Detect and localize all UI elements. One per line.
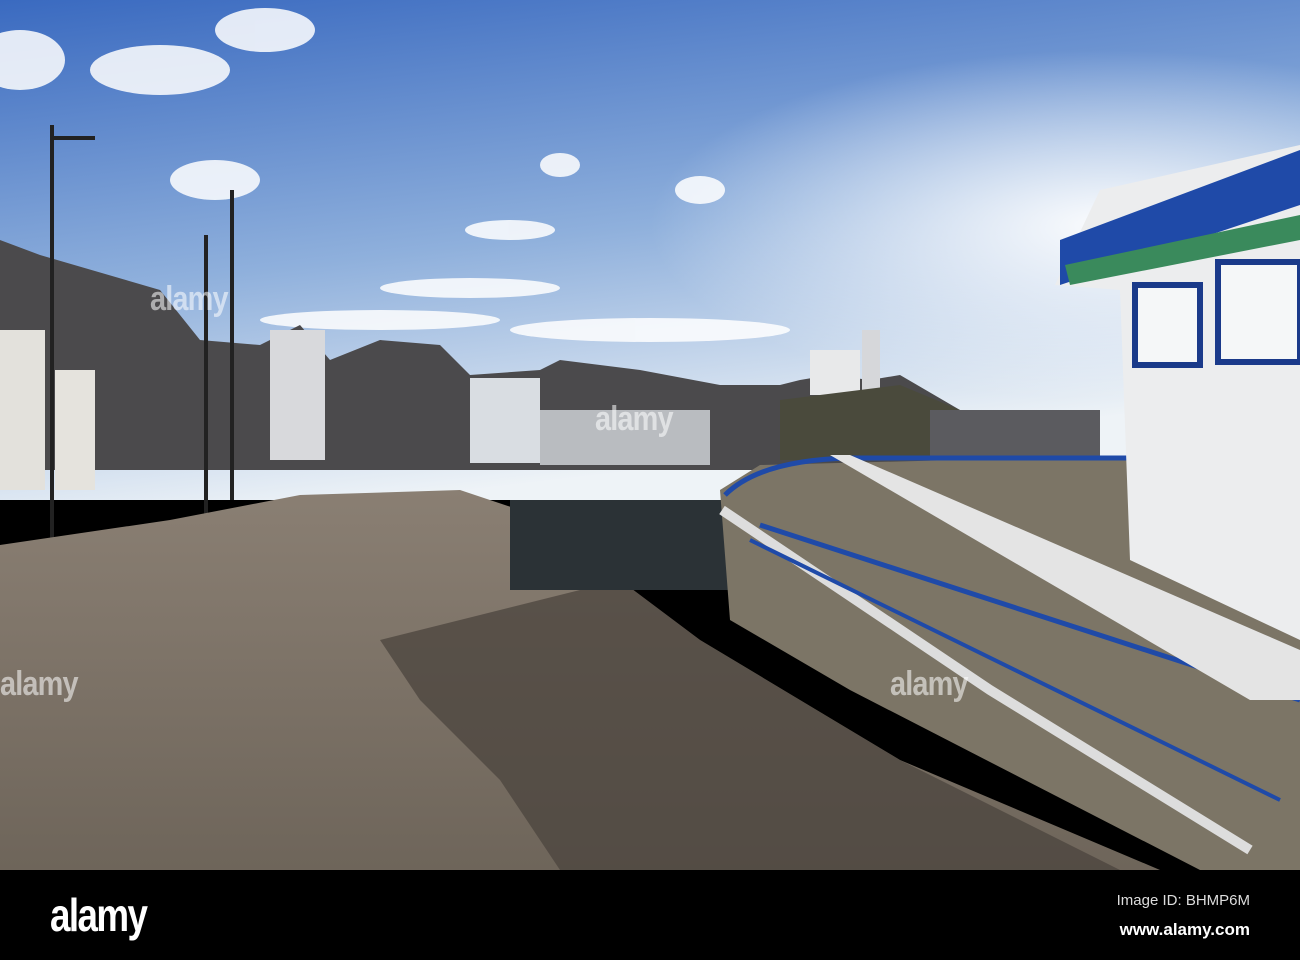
site-url[interactable]: www.alamy.com: [1120, 920, 1250, 940]
footer-bar: alamy Image ID: BHMP6M www.alamy.com: [0, 870, 1300, 960]
watermark: alamy: [890, 665, 969, 703]
watermark: alamy: [0, 665, 79, 703]
image-id: Image ID: BHMP6M: [1116, 892, 1250, 909]
harbour-water: [510, 500, 750, 590]
alamy-logo: alamy: [50, 889, 148, 941]
watermark: alamy: [150, 280, 229, 318]
photo-frame: alamy alamy alamy alamy alamy Image ID: …: [0, 0, 1300, 960]
watermark: alamy: [595, 400, 674, 438]
